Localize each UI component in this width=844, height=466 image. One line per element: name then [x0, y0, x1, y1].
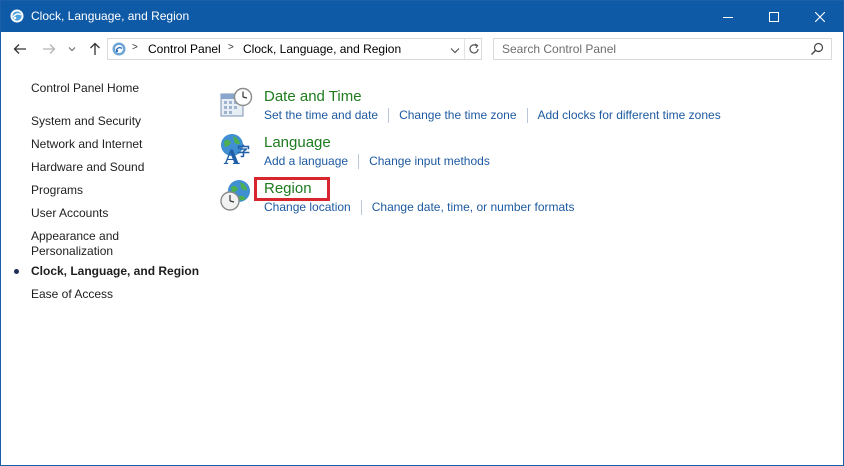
task-change-date-time-number-formats[interactable]: Change date, time, or number formats: [372, 199, 575, 215]
task-add-clocks[interactable]: Add clocks for different time zones: [538, 107, 721, 123]
language-tasks: Add a language Change input methods: [264, 153, 490, 169]
address-bar[interactable]: > Control Panel > Clock, Language, and R…: [107, 38, 482, 60]
breadcrumb-separator: >: [132, 42, 138, 53]
refresh-button[interactable]: [464, 39, 482, 59]
sidebar-item-ease-of-access[interactable]: Ease of Access: [31, 287, 113, 302]
sidebar-item-hardware-and-sound[interactable]: Hardware and Sound: [31, 160, 144, 175]
calendar-clock-icon[interactable]: [219, 86, 253, 120]
task-change-location[interactable]: Change location: [264, 199, 351, 215]
category-date-and-time[interactable]: Date and Time: [264, 88, 362, 105]
up-arrow-icon: [90, 42, 100, 55]
breadcrumb-control-panel[interactable]: Control Panel: [148, 42, 221, 56]
sidebar-item-network-and-internet[interactable]: Network and Internet: [31, 137, 142, 152]
current-item-bullet: [14, 269, 19, 274]
sidebar-item-clock-language-region[interactable]: Clock, Language, and Region: [31, 264, 199, 279]
back-button[interactable]: [10, 38, 30, 60]
up-button[interactable]: [85, 38, 105, 60]
task-divider: [526, 108, 528, 123]
sidebar-item-system-and-security[interactable]: System and Security: [31, 114, 141, 129]
minimize-icon: [723, 16, 733, 18]
control-panel-app-icon: [10, 9, 24, 23]
navigation-bar: > Control Panel > Clock, Language, and R…: [1, 32, 843, 66]
task-add-language[interactable]: Add a language: [264, 153, 348, 169]
breadcrumb-separator: >: [228, 42, 234, 53]
date-and-time-tasks: Set the time and date Change the time zon…: [264, 107, 721, 123]
main-content: Date and Time Set the time and date Chang…: [211, 66, 843, 465]
control-panel-window: Clock, Language, and Region > Control Pa…: [0, 0, 844, 466]
sidebar: Control Panel Home System and Security N…: [1, 66, 211, 465]
sidebar-item-appearance-and-personalization[interactable]: Appearance and Personalization: [31, 229, 119, 259]
task-set-time-and-date[interactable]: Set the time and date: [264, 107, 378, 123]
region-highlight-box: [254, 177, 330, 201]
sidebar-item-user-accounts[interactable]: User Accounts: [31, 206, 108, 221]
search-icon[interactable]: [810, 42, 824, 56]
task-divider: [360, 200, 362, 215]
minimize-button[interactable]: [705, 1, 751, 32]
task-change-time-zone[interactable]: Change the time zone: [399, 107, 516, 123]
svg-text:字: 字: [237, 144, 250, 160]
task-divider: [358, 154, 360, 169]
search-box[interactable]: [493, 38, 832, 60]
recent-locations-button[interactable]: [65, 38, 79, 60]
title-bar[interactable]: Clock, Language, and Region: [1, 1, 843, 32]
address-dropdown-button[interactable]: [448, 43, 462, 57]
breadcrumb-clock-language-region[interactable]: Clock, Language, and Region: [243, 42, 401, 56]
sidebar-item-label-line: Appearance and: [31, 229, 120, 243]
language-globe-icon[interactable]: A 字: [219, 132, 253, 166]
forward-button[interactable]: [39, 38, 59, 60]
maximize-button[interactable]: [751, 1, 797, 32]
sidebar-item-control-panel-home[interactable]: Control Panel Home: [31, 81, 139, 96]
category-language[interactable]: Language: [264, 134, 331, 151]
chevron-down-icon: [68, 47, 76, 52]
maximize-icon: [769, 11, 779, 22]
task-divider: [388, 108, 390, 123]
back-arrow-icon: [13, 44, 26, 54]
sidebar-item-programs[interactable]: Programs: [31, 183, 83, 198]
refresh-icon: [468, 43, 479, 54]
search-input[interactable]: [494, 39, 804, 59]
close-icon: [815, 11, 825, 22]
task-change-input-methods[interactable]: Change input methods: [369, 153, 490, 169]
close-button[interactable]: [797, 1, 843, 32]
sidebar-item-label-line: Personalization: [31, 244, 114, 258]
region-tasks: Change location Change date, time, or num…: [264, 199, 575, 215]
region-globe-clock-icon[interactable]: [219, 178, 253, 212]
control-panel-icon: [112, 42, 126, 56]
forward-arrow-icon: [43, 44, 56, 54]
chevron-down-icon: [450, 47, 460, 53]
window-title: Clock, Language, and Region: [31, 9, 190, 23]
